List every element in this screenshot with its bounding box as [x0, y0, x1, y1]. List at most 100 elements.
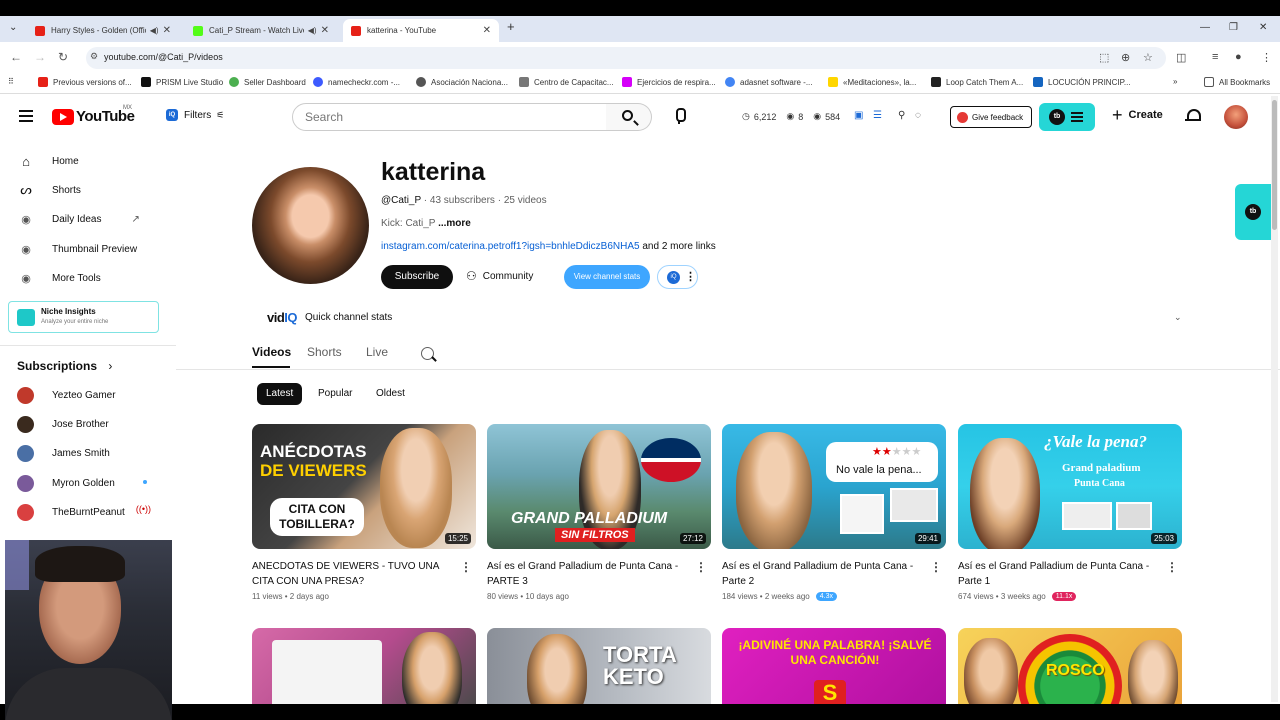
scrollbar-thumb[interactable]	[1272, 100, 1277, 230]
video-title[interactable]: Así es el Grand Palladium de Punta Cana …	[487, 559, 692, 589]
search-button[interactable]	[606, 103, 652, 131]
subscriptions-heading[interactable]: Subscriptions ›	[17, 359, 112, 373]
tubebuddy-side-tab[interactable]: tb	[1235, 184, 1271, 240]
vidiq-filters-button[interactable]: iQ Filters ⚟	[166, 109, 224, 121]
quick-channel-stats[interactable]: vidIQ Quick channel stats	[267, 310, 392, 325]
vidiq-channel-button[interactable]: iQ ⋮	[657, 265, 698, 289]
video-menu-icon[interactable]: ⋮	[930, 560, 942, 574]
trophy-icon[interactable]: ⚲	[898, 110, 905, 121]
bookmark-item[interactable]: Ejercicios de respira...	[622, 77, 716, 87]
subscription-item[interactable]: Jose Brother	[17, 416, 157, 433]
view-channel-stats-button[interactable]: View channel stats	[564, 265, 650, 289]
tubebuddy-button[interactable]: tb	[1039, 103, 1095, 131]
video-title[interactable]: ANECDOTAS DE VIEWERS - TUVO UNA CITA CON…	[252, 559, 457, 589]
search-input[interactable]: Search	[292, 103, 607, 131]
create-button[interactable]: + Create	[1112, 106, 1163, 124]
tab-live[interactable]: Live	[366, 345, 388, 359]
video-card[interactable]: ANÉCDOTAS DE VIEWERS CITA CON TOBILLERA? 1…	[252, 424, 476, 601]
vidiq-stats[interactable]: ◷ 6,212 ◉ 8 ◉ 584	[742, 111, 846, 122]
video-menu-icon[interactable]: ⋮	[460, 560, 472, 574]
bookmark-item[interactable]: namecheckr.com -...	[313, 77, 400, 87]
close-tab-icon[interactable]: ✕	[321, 25, 329, 36]
subscribe-button[interactable]: Subscribe	[381, 265, 453, 289]
zoom-icon[interactable]: ⊕	[1121, 51, 1130, 64]
list-icon[interactable]: ☰	[873, 110, 882, 121]
forward-icon[interactable]: →	[34, 50, 46, 64]
subscription-item[interactable]: James Smith	[17, 445, 157, 462]
chip-latest[interactable]: Latest	[257, 383, 303, 405]
video-card[interactable]: ¿Vale la pena? Grand paladium Punta Cana…	[958, 424, 1182, 601]
speaker-icon[interactable]: ◀)	[150, 26, 159, 35]
bookmark-item[interactable]: Centro de Capacitac...	[519, 77, 614, 87]
microphone-icon[interactable]	[674, 108, 686, 124]
subscription-item[interactable]: TheBurntPeanut ((•))	[17, 504, 157, 521]
more-link[interactable]: ...more	[438, 218, 471, 229]
profile-icon[interactable]: ●	[1235, 51, 1242, 63]
video-thumbnail[interactable]: ANÉCDOTAS DE VIEWERS CITA CON TOBILLERA? 1…	[252, 424, 476, 549]
bookmark-item[interactable]: All Bookmarks	[1204, 77, 1270, 87]
back-icon[interactable]: ←	[10, 50, 22, 64]
channel-avatar-large[interactable]	[252, 167, 369, 284]
chat-icon[interactable]: ◌	[915, 110, 921, 121]
instagram-link[interactable]: instagram.com/caterina.petroff1?igsh=bnh…	[381, 241, 640, 252]
reload-icon[interactable]: ↻	[58, 50, 68, 64]
sidebar-item-home[interactable]: ⌂ Home	[17, 152, 79, 170]
more-options-icon[interactable]: ⋮	[685, 270, 696, 283]
video-menu-icon[interactable]: ⋮	[695, 560, 707, 574]
bookmark-item[interactable]: «Meditaciones», la...	[828, 77, 916, 87]
browser-tab-3[interactable]: katterina - YouTube ✕	[343, 19, 499, 42]
give-feedback-button[interactable]: Give feedback	[950, 106, 1032, 128]
niche-insights-card[interactable]: Niche Insights Analyze your entire niche	[8, 301, 159, 333]
video-thumbnail[interactable]: ¡ADIVINÉ UNA PALABRA! ¡SALVÉ UNA CANCIÓN…	[722, 628, 946, 704]
sidebar-item-thumbnail-preview[interactable]: ◉ Thumbnail Preview	[17, 240, 137, 258]
bookmark-item[interactable]: LOCUCIÓN PRINCIP...	[1033, 77, 1131, 87]
video-menu-icon[interactable]: ⋮	[1166, 560, 1178, 574]
channel-description[interactable]: Kick: Cati_P ...more	[381, 218, 471, 229]
bookmark-item[interactable]: Loop Catch Them A...	[931, 77, 1023, 87]
star-icon[interactable]: ☆	[1143, 51, 1153, 64]
video-thumbnail[interactable]: ★★★★★ No vale la pena... 29:41	[722, 424, 946, 549]
subscription-item[interactable]: Yezteo Gamer	[17, 387, 157, 404]
community-button[interactable]: ⚇ Community	[466, 269, 533, 283]
sidebar-item-shorts[interactable]: ᔕ Shorts	[17, 181, 81, 199]
menu-icon[interactable]: ⋮	[1261, 51, 1272, 64]
sidebar-item-daily-ideas[interactable]: ◉ Daily Ideas ↗	[17, 210, 140, 228]
url-field[interactable]: ⚙ youtube.com/@Cati_P/videos	[86, 47, 1166, 69]
chevron-down-icon[interactable]: ⌄	[1174, 312, 1182, 323]
user-avatar[interactable]	[1224, 105, 1248, 129]
subscription-item[interactable]: Myron Golden	[17, 475, 157, 492]
tab-list-icon[interactable]: ⌄	[9, 22, 17, 33]
video-title[interactable]: Así es el Grand Palladium de Punta Cana …	[722, 559, 927, 589]
video-thumbnail[interactable]: GRAND PALLADIUM SIN FILTROS 27:12	[487, 424, 711, 549]
video-thumbnail[interactable]: ¿Vale la pena? Grand paladium Punta Cana…	[958, 424, 1182, 549]
chip-popular[interactable]: Popular	[309, 383, 361, 405]
new-tab-icon[interactable]: +	[507, 19, 515, 34]
video-thumbnail[interactable]	[252, 628, 476, 704]
apps-icon[interactable]: ⠿	[8, 77, 14, 86]
video-card[interactable]: GRAND PALLADIUM SIN FILTROS 27:12 Así es…	[487, 424, 711, 601]
media-icon[interactable]: ≡	[1212, 51, 1218, 63]
speaker-icon[interactable]: ◀)	[308, 26, 317, 35]
extensions-icon[interactable]: ◫	[1176, 51, 1186, 64]
tab-shorts[interactable]: Shorts	[307, 345, 342, 359]
browser-tab-2[interactable]: Cati_P Stream - Watch Live ◀) ✕	[185, 19, 337, 42]
video-title[interactable]: Así es el Grand Palladium de Punta Cana …	[958, 559, 1163, 589]
video-card[interactable]: ★★★★★ No vale la pena... 29:41 Así es el…	[722, 424, 946, 601]
more-links[interactable]: and 2 more links	[642, 241, 715, 252]
video-thumbnail[interactable]: ROSCO	[958, 628, 1182, 704]
close-tab-icon[interactable]: ✕	[483, 25, 491, 36]
bookmark-item[interactable]: Asociación Naciona...	[416, 77, 508, 87]
close-tab-icon[interactable]: ✕	[163, 25, 171, 36]
close-window-icon[interactable]: ✕	[1259, 22, 1267, 33]
minimize-icon[interactable]: —	[1200, 22, 1210, 33]
sidebar-item-more-tools[interactable]: ◉ More Tools	[17, 269, 101, 287]
more-bookmarks-icon[interactable]: »	[1173, 77, 1177, 86]
bookmark-item[interactable]: PRISM Live Studio	[141, 77, 223, 87]
bookmark-item[interactable]: adasnet software -...	[725, 77, 812, 87]
tab-videos[interactable]: Videos	[252, 345, 291, 359]
site-info-icon[interactable]: ⚙	[90, 51, 98, 62]
channel-search-icon[interactable]	[421, 347, 434, 360]
notifications-bell-icon[interactable]	[1185, 108, 1201, 123]
maximize-icon[interactable]: ❐	[1229, 22, 1238, 33]
install-icon[interactable]: ⬚	[1099, 51, 1109, 64]
